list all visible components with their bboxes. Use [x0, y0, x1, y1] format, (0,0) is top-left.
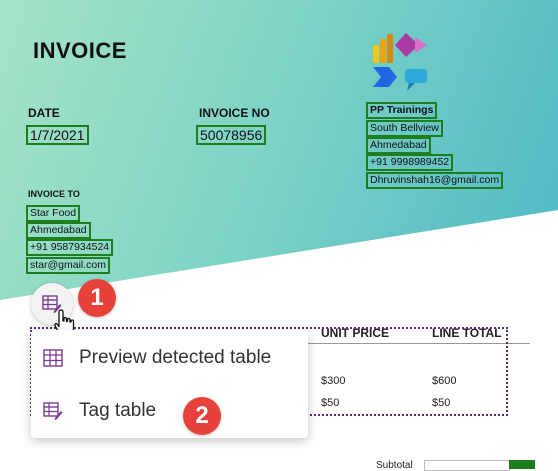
company-phone-field[interactable]: +91 9998989452 — [366, 154, 454, 171]
invoice-no-field[interactable]: 50078956 — [196, 125, 267, 145]
company-name-field[interactable]: PP Trainings — [366, 102, 438, 119]
callout-badge-1: 1 — [78, 279, 116, 317]
subtotal-field[interactable] — [424, 460, 510, 471]
power-platform-logo — [373, 33, 427, 91]
menu-item-label: Preview detected table — [79, 347, 272, 368]
date-label: DATE — [28, 106, 60, 120]
customer-phone-field[interactable]: +91 9587934524 — [26, 239, 114, 256]
invoice-no-label: INVOICE NO — [199, 106, 270, 120]
subtotal-tag-marker — [509, 460, 535, 469]
customer-email-field[interactable]: star@gmail.com — [26, 257, 111, 274]
menu-item-tag-table[interactable]: Tag table — [31, 386, 308, 436]
invoice-title: INVOICE — [33, 38, 127, 63]
table-edit-icon — [41, 399, 65, 423]
company-street-field[interactable]: South Bellview — [366, 120, 443, 137]
company-email-field[interactable]: Dhruvinshah16@gmail.com — [366, 172, 504, 189]
invoice-to-label: INVOICE TO — [28, 189, 80, 199]
menu-item-label: Tag table — [79, 400, 157, 421]
table-grid-icon — [41, 346, 65, 370]
date-field[interactable]: 1/7/2021 — [26, 125, 89, 145]
customer-name-field[interactable]: Star Food — [26, 205, 81, 222]
table-context-menu: Preview detected table Tag table — [31, 330, 308, 438]
company-city-field[interactable]: Ahmedabad — [366, 137, 431, 154]
menu-item-preview-detected-table[interactable]: Preview detected table — [31, 333, 308, 383]
customer-city-field[interactable]: Ahmedabad — [26, 222, 91, 239]
subtotal-label: Subtotal — [376, 460, 413, 471]
callout-badge-2: 2 — [183, 397, 221, 435]
